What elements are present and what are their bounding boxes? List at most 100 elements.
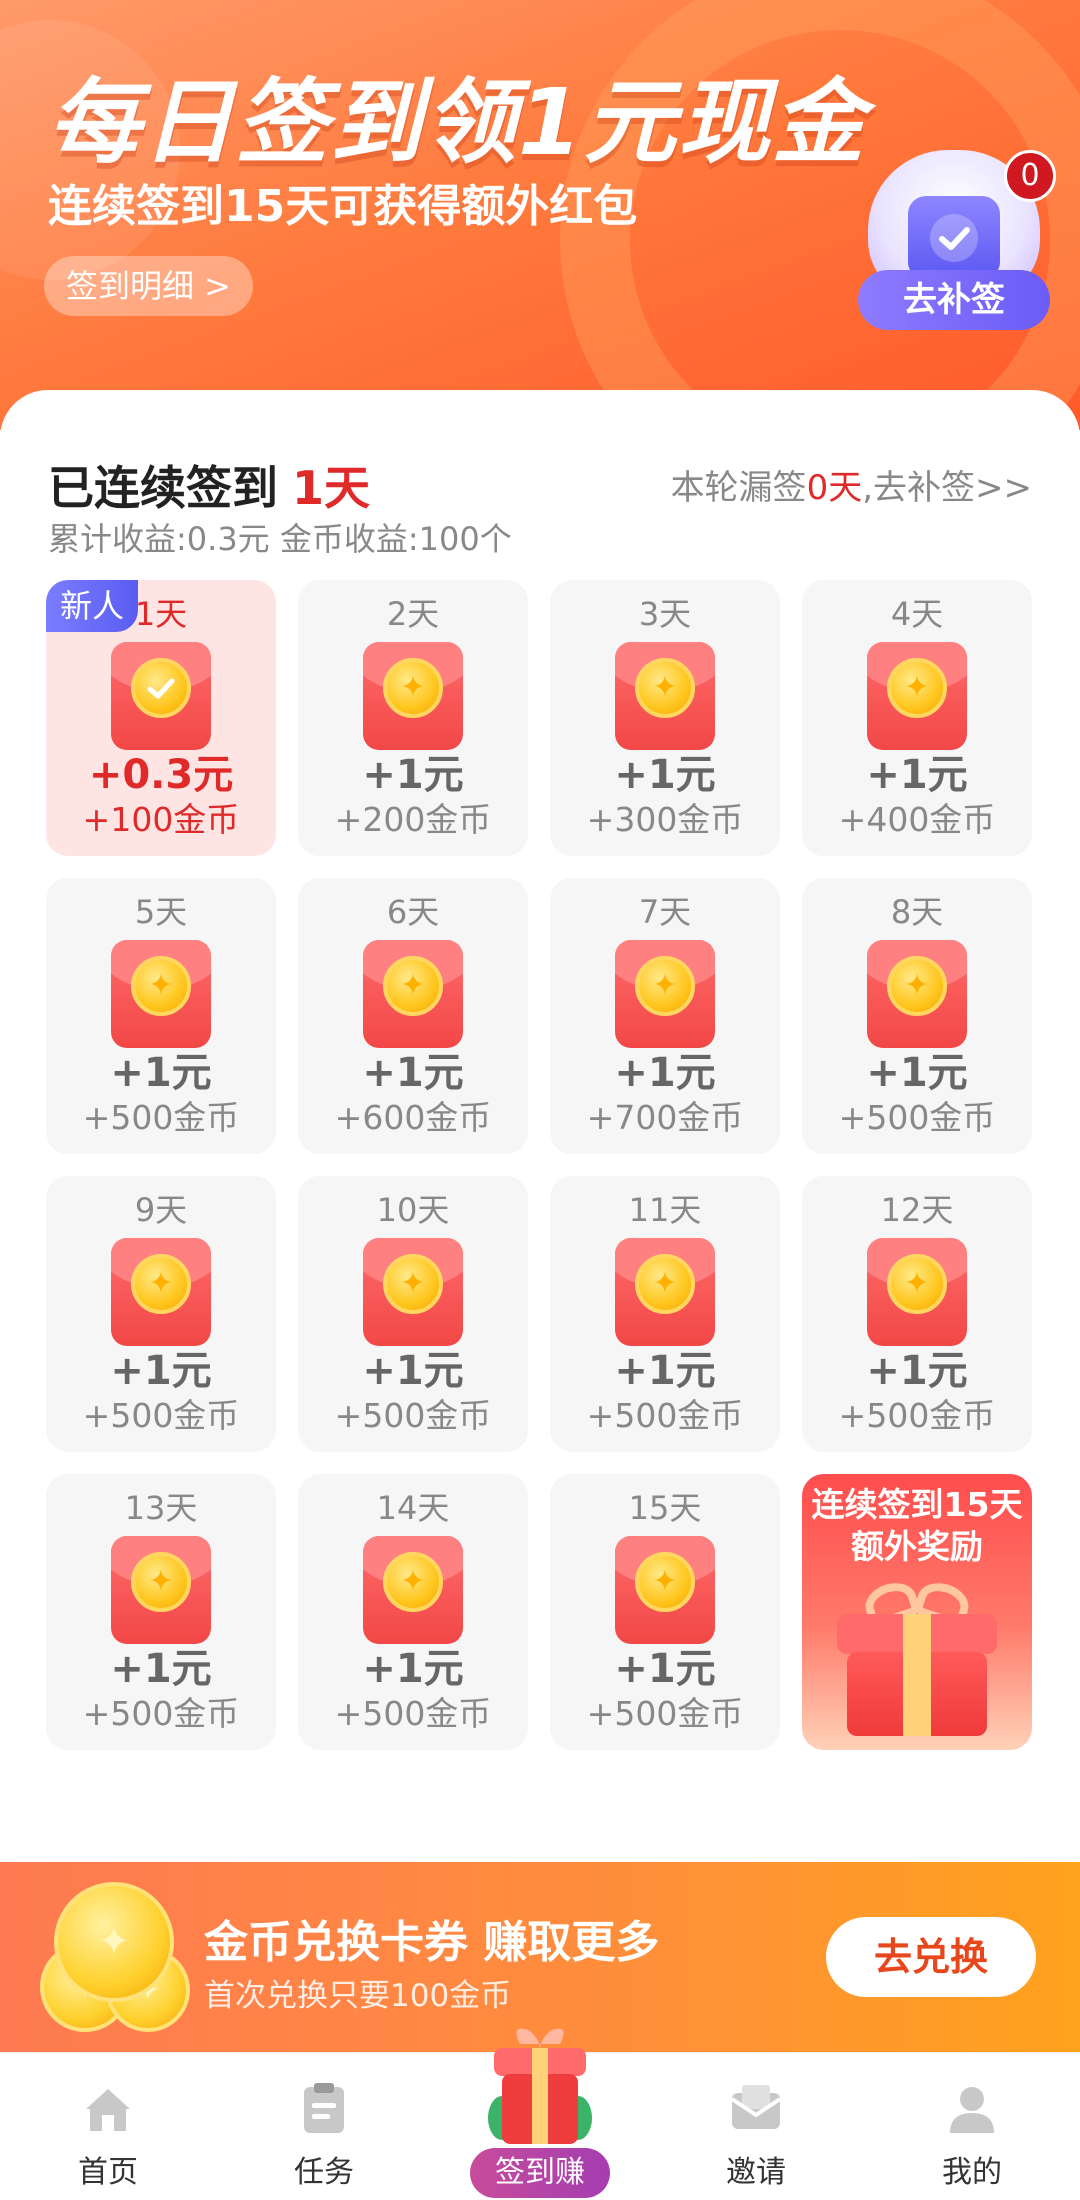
bonus-reward-card[interactable]: 连续签到15天 额外奖励 bbox=[802, 1474, 1032, 1750]
red-envelope-icon: ✦ bbox=[615, 1536, 715, 1644]
day-card[interactable]: 14天 ✦ +1元 +500金币 bbox=[298, 1474, 528, 1750]
coin-icon: ✦ bbox=[131, 1254, 191, 1314]
day-coins: +500金币 bbox=[586, 1694, 744, 1733]
red-envelope-icon: ✦ bbox=[615, 642, 715, 750]
nav-item-home[interactable]: 首页 bbox=[0, 2053, 216, 2200]
red-envelope-icon: ✦ bbox=[867, 1238, 967, 1346]
day-coins: +500金币 bbox=[82, 1098, 240, 1137]
day-label: 5天 bbox=[134, 893, 188, 931]
day-label: 6天 bbox=[386, 893, 440, 931]
gift-ribbon bbox=[903, 1614, 931, 1736]
nav-item-signin-earn[interactable]: 签到赚 bbox=[466, 2022, 614, 2200]
day-cash: +0.3元 bbox=[88, 752, 234, 798]
coin-icon: ✦ bbox=[383, 1254, 443, 1314]
day-cash: +1元 bbox=[866, 1050, 968, 1096]
day-label: 10天 bbox=[376, 1191, 450, 1229]
day-card[interactable]: 12天 ✦ +1元 +500金币 bbox=[802, 1176, 1032, 1452]
red-envelope-icon: ✦ bbox=[615, 1238, 715, 1346]
day-cash: +1元 bbox=[362, 1348, 464, 1394]
day-cash: +1元 bbox=[110, 1050, 212, 1096]
day-card[interactable]: 11天 ✦ +1元 +500金币 bbox=[550, 1176, 780, 1452]
day-card[interactable]: 7天 ✦ +1元 +700金币 bbox=[550, 878, 780, 1154]
day-card[interactable]: 5天 ✦ +1元 +500金币 bbox=[46, 878, 276, 1154]
day-card[interactable]: 2天 ✦ +1元 +200金币 bbox=[298, 580, 528, 856]
day-label: 9天 bbox=[134, 1191, 188, 1229]
missed-days: 0天 bbox=[806, 468, 863, 508]
day-coins: +300金币 bbox=[586, 800, 744, 839]
day-coins: +500金币 bbox=[334, 1396, 492, 1435]
day-card[interactable]: 13天 ✦ +1元 +500金币 bbox=[46, 1474, 276, 1750]
bonus-line-2: 额外奖励 bbox=[851, 1527, 983, 1566]
nav-item-invite[interactable]: 邀请 bbox=[648, 2053, 864, 2200]
nav-label: 我的 bbox=[942, 2155, 1002, 2190]
nav-label: 首页 bbox=[78, 2155, 138, 2190]
day-card[interactable]: 8天 ✦ +1元 +500金币 bbox=[802, 878, 1032, 1154]
exchange-subtitle: 首次兑换只要100金币 bbox=[204, 1978, 512, 2014]
day-label: 4天 bbox=[890, 595, 944, 633]
day-label: 12天 bbox=[880, 1191, 954, 1229]
earnings-summary: 累计收益:0.3元 金币收益:100个 bbox=[48, 520, 512, 558]
day-label: 8天 bbox=[890, 893, 944, 931]
missed-signin-link[interactable]: 本轮漏签0天,去补签>> bbox=[671, 460, 1032, 509]
day-card[interactable]: 4天 ✦ +1元 +400金币 bbox=[802, 580, 1032, 856]
day-label: 13天 bbox=[124, 1489, 198, 1527]
coin-icon: ✦ bbox=[635, 1552, 695, 1612]
clipboard-icon bbox=[294, 2079, 354, 2139]
bonus-text: 连续签到15天 额外奖励 bbox=[802, 1484, 1032, 1568]
red-envelope-icon bbox=[111, 642, 211, 750]
exchange-title: 金币兑换卡券 赚取更多 bbox=[204, 1917, 660, 1968]
red-envelope-icon: ✦ bbox=[363, 940, 463, 1048]
coin-icon: ✦ bbox=[635, 1254, 695, 1314]
coin-icon: ✦ bbox=[131, 956, 191, 1016]
nav-label: 任务 bbox=[294, 2155, 354, 2190]
coin-icon: ✦ bbox=[131, 1552, 191, 1612]
red-envelope-icon: ✦ bbox=[867, 940, 967, 1048]
banner-title: 每日签到领1元现金 bbox=[48, 69, 867, 176]
makeup-signin-button[interactable]: 去补签 0 bbox=[858, 150, 1056, 330]
day-coins: +500金币 bbox=[586, 1396, 744, 1435]
bonus-line-1: 连续签到15天 bbox=[811, 1485, 1023, 1524]
day-cash: +1元 bbox=[614, 1348, 716, 1394]
streak-label: 已连续签到 bbox=[48, 461, 278, 515]
day-card[interactable]: 10天 ✦ +1元 +500金币 bbox=[298, 1176, 528, 1452]
check-coin-icon bbox=[131, 658, 191, 718]
day-coins: +200金币 bbox=[334, 800, 492, 839]
coin-icon: ✦ bbox=[383, 956, 443, 1016]
gift-icon bbox=[480, 2022, 600, 2152]
day-card[interactable]: 1天 +0.3元 +100金币 新人 bbox=[46, 580, 276, 856]
day-coins: +500金币 bbox=[334, 1694, 492, 1733]
coin-icon: ✦ bbox=[383, 1552, 443, 1612]
day-card[interactable]: 3天 ✦ +1元 +300金币 bbox=[550, 580, 780, 856]
day-cash: +1元 bbox=[362, 752, 464, 798]
day-label: 7天 bbox=[638, 893, 692, 931]
day-label: 3天 bbox=[638, 595, 692, 633]
red-envelope-icon: ✦ bbox=[111, 1536, 211, 1644]
red-envelope-icon: ✦ bbox=[363, 1238, 463, 1346]
home-icon bbox=[78, 2079, 138, 2139]
gift-box-icon bbox=[837, 1576, 997, 1740]
coin-icon: ✦ bbox=[383, 658, 443, 718]
missed-action: ,去补签>> bbox=[862, 468, 1032, 508]
day-cash: +1元 bbox=[362, 1050, 464, 1096]
day-card[interactable]: 15天 ✦ +1元 +500金币 bbox=[550, 1474, 780, 1750]
day-cash: +1元 bbox=[614, 1646, 716, 1692]
coin-icon: ✦ bbox=[887, 956, 947, 1016]
gold-coins-icon: ✦ ✦ ✦ bbox=[40, 1882, 190, 2032]
nav-label: 邀请 bbox=[726, 2155, 786, 2190]
day-label: 11天 bbox=[628, 1191, 702, 1229]
day-cash: +1元 bbox=[866, 1348, 968, 1394]
signin-detail-button[interactable]: 签到明细 > bbox=[44, 256, 253, 316]
go-exchange-button[interactable]: 去兑换 bbox=[826, 1917, 1036, 1997]
day-card[interactable]: 6天 ✦ +1元 +600金币 bbox=[298, 878, 528, 1154]
red-envelope-icon: ✦ bbox=[363, 642, 463, 750]
red-envelope-icon: ✦ bbox=[111, 1238, 211, 1346]
check-icon bbox=[908, 196, 1000, 280]
nav-item-tasks[interactable]: 任务 bbox=[216, 2053, 432, 2200]
red-envelope-icon: ✦ bbox=[111, 940, 211, 1048]
day-coins: +500金币 bbox=[82, 1694, 240, 1733]
day-label: 15天 bbox=[628, 1489, 702, 1527]
day-card[interactable]: 9天 ✦ +1元 +500金币 bbox=[46, 1176, 276, 1452]
red-envelope-icon: ✦ bbox=[615, 940, 715, 1048]
day-cash: +1元 bbox=[614, 752, 716, 798]
nav-item-mine[interactable]: 我的 bbox=[864, 2053, 1080, 2200]
